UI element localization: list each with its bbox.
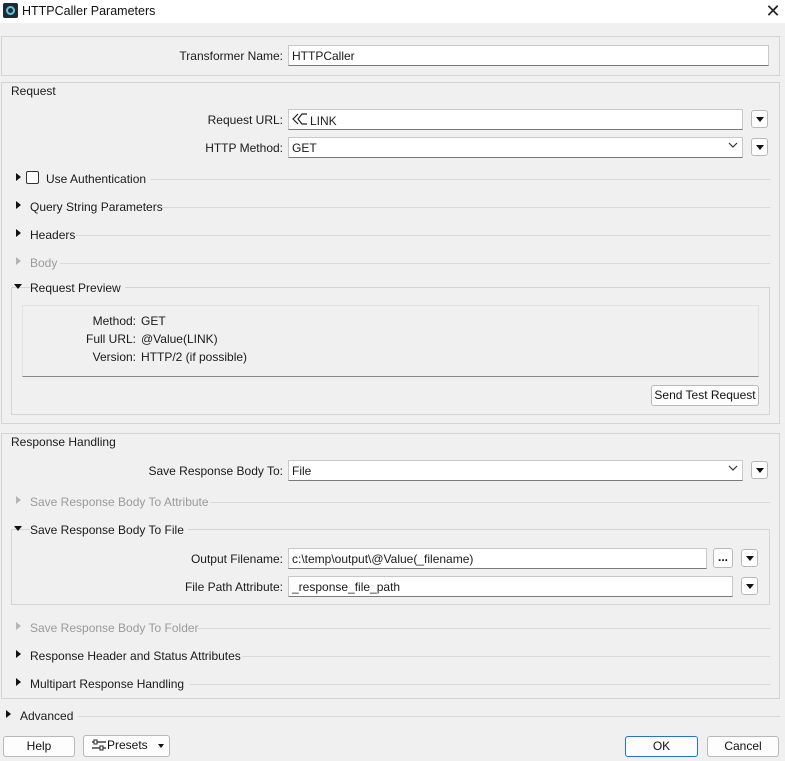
divider: [150, 179, 770, 180]
expand-query-string-icon[interactable]: [16, 201, 21, 209]
presets-label: Presets: [107, 738, 148, 752]
save-to-file-toggle[interactable]: Save Response Body To File: [30, 523, 188, 537]
use-authentication-label: Use Authentication: [46, 172, 147, 186]
divider: [196, 628, 770, 629]
send-test-request-button[interactable]: Send Test Request: [651, 385, 759, 406]
collapse-to-file-icon[interactable]: [14, 526, 22, 531]
transformer-name-label: Transformer Name:: [179, 49, 283, 63]
close-icon[interactable]: ✕: [763, 0, 783, 22]
file-path-attribute-menu-button[interactable]: [741, 577, 758, 595]
http-method-menu-button[interactable]: [751, 138, 768, 156]
file-path-attribute-input[interactable]: _response_file_path: [288, 576, 733, 597]
browse-button[interactable]: ...: [713, 548, 733, 568]
body-toggle: Body: [30, 256, 58, 270]
expand-to-attribute-icon: [16, 496, 21, 504]
save-to-folder-toggle: Save Response Body To Folder: [30, 621, 199, 635]
expand-advanced-icon[interactable]: [6, 710, 11, 718]
presets-button[interactable]: Presets: [83, 735, 170, 757]
app-icon: [3, 3, 18, 18]
chevron-down-icon: [728, 463, 738, 476]
divider: [76, 235, 770, 236]
query-string-parameters-toggle[interactable]: Query String Parameters: [30, 200, 163, 214]
save-response-body-to-select[interactable]: File: [288, 460, 743, 481]
transformer-name-input[interactable]: HTTPCaller: [288, 45, 769, 66]
expand-headers-icon[interactable]: [16, 229, 21, 237]
request-url-label: Request URL:: [207, 113, 283, 127]
request-preview-toggle[interactable]: Request Preview: [30, 281, 125, 295]
divider: [60, 263, 770, 264]
sliders-icon: [91, 738, 107, 757]
divider: [190, 684, 770, 685]
preview-method-value: GET: [141, 314, 166, 328]
cancel-button[interactable]: Cancel: [707, 736, 779, 757]
multipart-response-toggle[interactable]: Multipart Response Handling: [30, 677, 184, 691]
response-section-title: Response Handling: [11, 435, 116, 449]
caret-down-icon: [158, 744, 164, 748]
preview-version-value: HTTP/2 (if possible): [141, 350, 248, 364]
expand-authentication-icon[interactable]: [16, 173, 21, 181]
expand-body-icon: [16, 257, 21, 265]
request-url-value: LINK: [310, 114, 337, 128]
preview-url-label: Full URL:: [85, 332, 136, 346]
file-path-attribute-label: File Path Attribute:: [184, 580, 283, 594]
save-to-attribute-toggle: Save Response Body To Attribute: [30, 495, 209, 509]
http-method-label: HTTP Method:: [205, 141, 283, 155]
help-button[interactable]: Help: [3, 736, 75, 757]
ok-button[interactable]: OK: [625, 736, 698, 757]
use-authentication-checkbox[interactable]: [26, 171, 39, 184]
request-url-input[interactable]: LINK: [288, 109, 743, 130]
expand-to-folder-icon: [16, 622, 21, 630]
http-method-select[interactable]: GET: [288, 137, 743, 158]
divider: [161, 207, 770, 208]
window-title: HTTPCaller Parameters: [22, 4, 156, 18]
advanced-toggle[interactable]: Advanced: [20, 709, 73, 723]
request-section-title: Request: [11, 84, 56, 98]
save-response-body-to-label: Save Response Body To:: [148, 464, 283, 478]
expand-multipart-icon[interactable]: [16, 678, 21, 686]
save-response-body-to-value: File: [292, 464, 312, 478]
chevron-down-icon: [728, 140, 738, 153]
headers-toggle[interactable]: Headers: [30, 228, 75, 242]
output-filename-input[interactable]: c:\temp\output\@Value(_filename): [288, 548, 707, 569]
preview-version-label: Version:: [92, 350, 136, 364]
divider: [78, 716, 780, 717]
collapse-request-preview-icon[interactable]: [14, 284, 22, 289]
expand-header-status-icon[interactable]: [16, 650, 21, 658]
output-filename-menu-button[interactable]: [741, 549, 758, 567]
attribute-link-icon: [292, 113, 310, 128]
save-response-body-to-menu-button[interactable]: [751, 461, 768, 479]
http-method-value: GET: [292, 141, 317, 155]
preview-url-value: @Value(LINK): [141, 332, 218, 346]
response-header-status-toggle[interactable]: Response Header and Status Attributes: [30, 649, 241, 663]
preview-method-label: Method:: [92, 314, 136, 328]
divider: [242, 656, 770, 657]
divider: [210, 502, 770, 503]
request-url-menu-button[interactable]: [751, 110, 768, 128]
output-filename-label: Output Filename:: [190, 552, 283, 566]
